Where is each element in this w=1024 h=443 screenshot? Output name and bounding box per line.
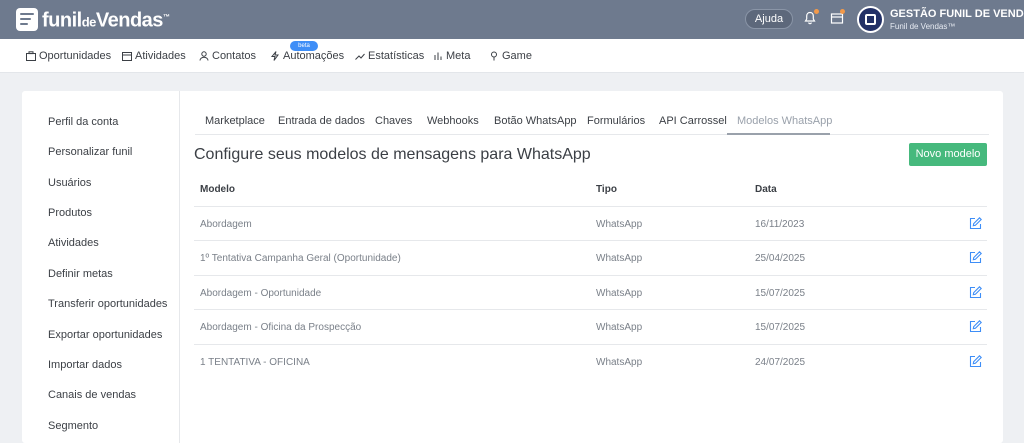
sidebar-item-transferir[interactable]: Transferir oportunidades xyxy=(48,298,167,310)
user-name[interactable]: GESTÃO FUNIL DE VENDAS™ xyxy=(890,8,1024,20)
table-row-type: WhatsApp xyxy=(596,219,643,230)
brand-name: funildeVendas™ xyxy=(42,9,170,32)
sidebar-item-personalizar-funil[interactable]: Personalizar funil xyxy=(48,146,132,158)
tab-marketplace[interactable]: Marketplace xyxy=(205,115,265,127)
notification-dot xyxy=(814,9,819,14)
table-row-date: 15/07/2025 xyxy=(755,288,806,299)
table-row-model: Abordagem xyxy=(200,219,252,230)
avatar[interactable] xyxy=(857,6,884,33)
tab-botao-whatsapp[interactable]: Botão WhatsApp xyxy=(494,115,577,127)
table-row-model: 1º Tentativa Campanha Geral (Oportunidad… xyxy=(200,253,401,264)
top-bar: funildeVendas™ Ajuda GESTÃO FUNIL DE VEN… xyxy=(0,0,1024,39)
calendar-notification-dot xyxy=(840,9,845,14)
bar-chart-icon xyxy=(433,51,443,61)
table-row-date: 25/04/2025 xyxy=(755,253,806,264)
trophy-icon xyxy=(489,51,499,61)
user-company: Funil de Vendas™ xyxy=(890,22,956,31)
tab-entrada-dados[interactable]: Entrada de dados xyxy=(278,115,365,127)
tab-formularios[interactable]: Formulários xyxy=(587,115,645,127)
table-row-model: Abordagem - Oficina da Prospecção xyxy=(200,322,362,333)
sidebar-item-definir-metas[interactable]: Definir metas xyxy=(48,268,113,280)
settings-sidebar: Perfil da conta Personalizar funil Usuár… xyxy=(22,91,180,443)
table-row-date: 16/11/2023 xyxy=(755,219,805,230)
sidebar-item-segmento[interactable]: Segmento xyxy=(48,420,98,432)
edit-icon[interactable] xyxy=(969,251,982,264)
table-divider xyxy=(194,240,987,241)
table-row-type: WhatsApp xyxy=(596,357,643,368)
brand-logo[interactable]: funildeVendas™ xyxy=(16,8,170,32)
tab-chaves[interactable]: Chaves xyxy=(375,115,412,127)
new-model-button[interactable]: Novo modelo xyxy=(909,143,987,166)
tab-modelos-whatsapp[interactable]: Modelos WhatsApp xyxy=(737,115,832,127)
sidebar-item-importar[interactable]: Importar dados xyxy=(48,359,122,371)
sidebar-item-usuarios[interactable]: Usuários xyxy=(48,177,91,189)
funnel-logo-icon xyxy=(16,8,38,31)
edit-icon[interactable] xyxy=(969,320,982,333)
beta-badge: beta xyxy=(290,41,318,51)
briefcase-icon xyxy=(26,51,36,61)
tab-api-carrossel[interactable]: API Carrossel xyxy=(659,115,727,127)
sidebar-item-canais[interactable]: Canais de vendas xyxy=(48,389,136,401)
table-divider xyxy=(194,275,987,276)
nav-item-oportunidades[interactable]: Oportunidades xyxy=(26,50,111,62)
column-header-data: Data xyxy=(755,184,777,195)
table-divider xyxy=(194,309,987,310)
help-button[interactable]: Ajuda xyxy=(745,9,793,29)
trend-icon xyxy=(355,51,365,61)
table-row-type: WhatsApp xyxy=(596,288,643,299)
nav-item-automacoes[interactable]: Automações xyxy=(270,50,344,62)
table-row-date: 24/07/2025 xyxy=(755,357,806,368)
bolt-icon xyxy=(270,51,280,61)
table-divider xyxy=(194,344,987,345)
page-title: Configure seus modelos de mensagens para… xyxy=(194,146,591,163)
table-row-type: WhatsApp xyxy=(596,253,643,264)
sidebar-item-produtos[interactable]: Produtos xyxy=(48,207,92,219)
sidebar-item-exportar[interactable]: Exportar oportunidades xyxy=(48,329,162,341)
active-tab-indicator xyxy=(727,133,830,135)
sidebar-item-atividades[interactable]: Atividades xyxy=(48,237,99,249)
column-header-modelo: Modelo xyxy=(200,184,235,195)
company-logo-icon xyxy=(865,14,876,25)
calendar-icon xyxy=(122,51,132,61)
table-row-date: 15/07/2025 xyxy=(755,322,806,333)
edit-icon[interactable] xyxy=(969,217,982,230)
contacts-icon xyxy=(199,51,209,61)
table-row-model: Abordagem - Oportunidade xyxy=(200,288,322,299)
tab-webhooks[interactable]: Webhooks xyxy=(427,115,479,127)
nav-item-game[interactable]: Game xyxy=(489,50,532,62)
nav-item-meta[interactable]: Meta xyxy=(433,50,470,62)
table-divider xyxy=(194,206,987,207)
sidebar-item-perfil[interactable]: Perfil da conta xyxy=(48,116,118,128)
column-header-tipo: Tipo xyxy=(596,184,617,195)
edit-icon[interactable] xyxy=(969,355,982,368)
nav-item-contatos[interactable]: Contatos xyxy=(199,50,256,62)
edit-icon[interactable] xyxy=(969,286,982,299)
nav-item-estatisticas[interactable]: Estatísticas xyxy=(355,50,424,62)
settings-card: Perfil da conta Personalizar funil Usuár… xyxy=(22,91,1003,443)
table-row-model: 1 TENTATIVA - OFICINA xyxy=(200,357,310,368)
nav-item-atividades[interactable]: Atividades xyxy=(122,50,186,62)
table-row-type: WhatsApp xyxy=(596,322,643,333)
